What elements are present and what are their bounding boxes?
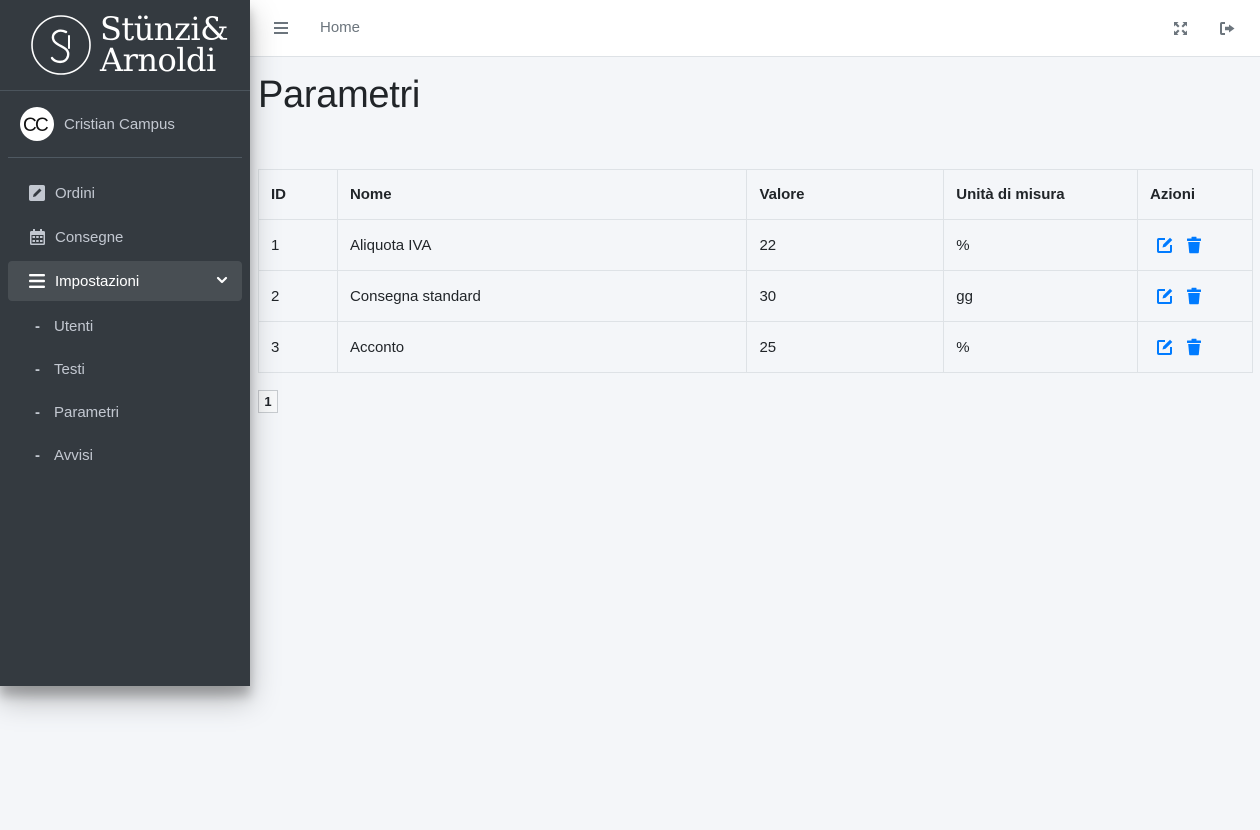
svg-text:C: C <box>35 115 49 134</box>
cell-nome: Consegna standard <box>336 270 748 322</box>
sidebar-item-impostazioni[interactable]: Impostazioni <box>8 261 242 301</box>
sidebar: Stünzi& Arnoldi C C Cristian Campus Ordi… <box>0 0 250 686</box>
page-title: Parametri <box>258 74 421 116</box>
sidebar-subitem-label: Parametri <box>54 404 120 421</box>
sidebar-subitem-label: Avvisi <box>54 447 93 464</box>
cell-azioni <box>1137 270 1253 322</box>
row-actions <box>1150 287 1240 305</box>
fullscreen-icon[interactable] <box>1173 21 1188 36</box>
sidebar-subitem-utenti[interactable]: - Utenti <box>0 305 250 348</box>
cell-nome: Acconto <box>336 321 748 373</box>
edit-square-icon <box>28 184 46 202</box>
dash-icon: - <box>35 361 40 378</box>
row-actions <box>1150 236 1240 254</box>
trash-icon[interactable] <box>1185 287 1203 305</box>
cell-unita: % <box>943 219 1139 271</box>
sidebar-subitem-label: Utenti <box>54 318 94 335</box>
table-row: 3 Acconto 25 % <box>258 321 1253 373</box>
column-header-valore[interactable]: Valore <box>746 169 945 220</box>
user-name[interactable]: Cristian Campus <box>64 116 175 133</box>
sidebar-subitem-parametri[interactable]: - Parametri <box>0 391 250 434</box>
top-navbar: Home <box>250 0 1260 57</box>
avatar: C C <box>20 107 54 141</box>
sidebar-subitem-avvisi[interactable]: - Avvisi <box>0 434 250 477</box>
pagination-page-current[interactable]: 1 <box>258 390 278 413</box>
sidebar-item-consegne[interactable]: Consegne <box>8 217 242 257</box>
sidebar-subitem-testi[interactable]: - Testi <box>0 348 250 391</box>
trash-icon[interactable] <box>1185 236 1203 254</box>
cell-id: 3 <box>258 321 338 373</box>
sidebar-item-label: Impostazioni <box>55 272 140 290</box>
cell-azioni <box>1137 219 1253 271</box>
sidebar-item-ordini[interactable]: Ordini <box>8 173 242 213</box>
brand-name: Stünzi& Arnoldi <box>100 13 229 79</box>
sign-out-icon[interactable] <box>1220 21 1236 36</box>
chevron-down-icon <box>216 276 228 284</box>
brand-line-2: Arnoldi <box>100 41 216 79</box>
dash-icon: - <box>35 404 40 421</box>
brand-logo-icon <box>31 15 91 75</box>
cell-azioni <box>1137 321 1253 373</box>
cell-unita: gg <box>943 270 1139 322</box>
table-header-row: ID Nome Valore Unità di misura Azioni <box>258 169 1253 220</box>
edit-icon[interactable] <box>1156 236 1174 254</box>
dash-icon: - <box>35 318 40 335</box>
cell-unita: % <box>943 321 1139 373</box>
sidebar-subitem-label: Testi <box>54 361 85 378</box>
dash-icon: - <box>35 447 40 464</box>
hamburger-menu-icon[interactable] <box>273 20 289 36</box>
cell-id: 1 <box>258 219 338 271</box>
sidebar-nav: Ordini Consegne Impostazioni - Utenti - … <box>0 173 250 477</box>
row-actions <box>1150 338 1240 356</box>
cell-valore: 30 <box>746 270 945 322</box>
brand-link[interactable]: Stünzi& Arnoldi <box>0 0 250 91</box>
column-header-azioni: Azioni <box>1137 169 1253 220</box>
calendar-icon <box>28 228 46 246</box>
table-row: 1 Aliquota IVA 22 % <box>258 219 1253 271</box>
column-header-id[interactable]: ID <box>258 169 338 220</box>
cell-valore: 25 <box>746 321 945 373</box>
sidebar-item-label: Ordini <box>55 184 96 202</box>
user-initials-icon: C C <box>23 115 49 134</box>
parameters-table: ID Nome Valore Unità di misura Azioni 1 … <box>258 169 1253 373</box>
cell-id: 2 <box>258 270 338 322</box>
column-header-nome[interactable]: Nome <box>336 169 748 220</box>
user-panel[interactable]: C C Cristian Campus <box>8 91 242 158</box>
edit-icon[interactable] <box>1156 338 1174 356</box>
trash-icon[interactable] <box>1185 338 1203 356</box>
edit-icon[interactable] <box>1156 287 1174 305</box>
home-link[interactable]: Home <box>320 19 360 36</box>
cell-valore: 22 <box>746 219 945 271</box>
table-row: 2 Consegna standard 30 gg <box>258 270 1253 322</box>
bars-icon <box>28 272 46 290</box>
sidebar-item-label: Consegne <box>55 228 124 246</box>
cell-nome: Aliquota IVA <box>336 219 748 271</box>
column-header-unita[interactable]: Unità di misura <box>943 169 1139 220</box>
